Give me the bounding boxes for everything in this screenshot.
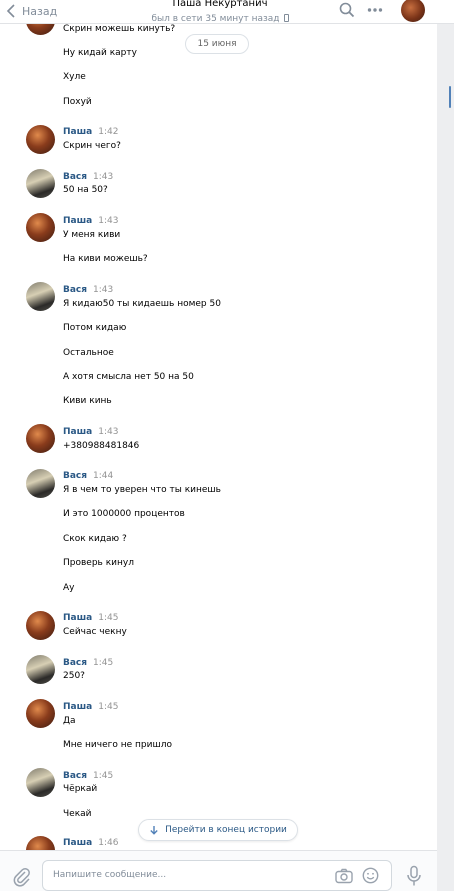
avatar[interactable] xyxy=(26,768,55,797)
message-time: 1:45 xyxy=(93,658,114,668)
author-name[interactable]: Вася xyxy=(63,172,87,182)
avatar[interactable] xyxy=(26,611,55,640)
peer-status: был в сети 35 минут назад xyxy=(151,14,280,24)
message-text: Скок кидаю ? xyxy=(63,534,127,544)
message-text: Я в чем то уверен что ты кинешь xyxy=(63,485,221,495)
scroll-to-end-button[interactable]: Перейти в конец истории xyxy=(138,819,298,841)
author-name[interactable]: Паша xyxy=(63,216,92,226)
message-meta: Вася 1:45 xyxy=(63,770,113,782)
message-text: Ну кидай карту xyxy=(63,48,137,58)
message-text: Мне ничего не пришло xyxy=(63,740,172,750)
avatar[interactable] xyxy=(26,169,55,198)
message-time: 1:43 xyxy=(93,285,114,295)
messenger-screen: Назад Паша Некуртанич был в сети 35 мину… xyxy=(0,0,454,891)
message-text: Чекай xyxy=(63,809,92,819)
message-text: Ау xyxy=(63,583,75,593)
date-divider: 15 июня xyxy=(185,34,249,54)
message-text: А хотя смысла нет 50 на 50 xyxy=(63,372,194,382)
chevron-left-icon xyxy=(6,4,15,18)
message-time: 1:46 xyxy=(98,838,119,848)
message-meta: Паша 1:45 xyxy=(63,701,118,713)
author-name[interactable]: Паша xyxy=(63,613,92,623)
peer-avatar[interactable] xyxy=(401,0,425,22)
paperclip-icon[interactable] xyxy=(13,867,31,887)
search-icon[interactable] xyxy=(338,1,356,19)
message-text: Скрин можешь кинуть? xyxy=(63,24,176,34)
mobile-device-icon xyxy=(283,14,289,22)
avatar[interactable] xyxy=(26,836,55,850)
message-text: Остальное xyxy=(63,348,114,358)
avatar[interactable] xyxy=(26,213,55,242)
avatar[interactable] xyxy=(26,424,55,453)
message-meta: Вася 1:45 xyxy=(63,657,113,669)
message-time: 1:43 xyxy=(93,172,114,182)
author-name[interactable]: Паша xyxy=(63,427,92,437)
message-history[interactable]: 15 июня Скрин можешь кинуть? Ну кидай ка… xyxy=(0,24,437,850)
author-name[interactable]: Вася xyxy=(63,471,87,481)
message-time: 1:45 xyxy=(98,702,119,712)
message-text: 250? xyxy=(63,671,85,681)
message-text: На киви можешь? xyxy=(63,254,148,264)
avatar[interactable] xyxy=(26,125,55,154)
message-time: 1:45 xyxy=(93,771,114,781)
avatar[interactable] xyxy=(26,655,55,684)
message-time: 1:45 xyxy=(98,613,119,623)
scrollbar-thumb[interactable] xyxy=(449,86,451,108)
microphone-icon[interactable] xyxy=(405,865,423,887)
message-meta: Паша 1:42 xyxy=(63,126,118,138)
emoji-icon[interactable] xyxy=(362,867,379,884)
peer-name: Паша Некуртанич xyxy=(172,0,268,9)
message-time: 1:42 xyxy=(98,127,119,137)
message-text: Я кидаю50 ты кидаешь номер 50 xyxy=(63,299,221,309)
more-icon[interactable] xyxy=(366,1,384,19)
author-name[interactable]: Паша xyxy=(63,127,92,137)
message-time: 1:43 xyxy=(98,216,119,226)
message-text: Чёркай xyxy=(63,784,98,794)
avatar[interactable] xyxy=(26,282,55,311)
author-name[interactable]: Паша xyxy=(63,702,92,712)
message-text: 50 на 50? xyxy=(63,185,108,195)
avatar[interactable] xyxy=(26,24,55,35)
message-time: 1:43 xyxy=(98,427,119,437)
message-text: Да xyxy=(63,716,76,726)
message-text: Скрин чего? xyxy=(63,141,121,151)
arrow-down-icon xyxy=(150,826,158,835)
back-button[interactable]: Назад xyxy=(6,2,57,20)
message-text: Киви кинь xyxy=(63,396,112,406)
back-label: Назад xyxy=(22,4,58,18)
avatar[interactable] xyxy=(26,699,55,728)
message-meta: Вася 1:44 xyxy=(63,470,113,482)
message-meta: Паша 1:43 xyxy=(63,215,118,227)
message-text: Проверь кинул xyxy=(63,558,134,568)
message-meta: Вася 1:43 xyxy=(63,284,113,296)
scrollbar-track[interactable] xyxy=(437,24,454,850)
message-meta: Паша 1:46 xyxy=(63,837,118,849)
message-time: 1:44 xyxy=(93,471,114,481)
author-name[interactable]: Вася xyxy=(63,658,87,668)
scroll-to-end-label: Перейти в конец истории xyxy=(165,825,287,835)
message-text: +380988481846 xyxy=(63,441,140,451)
avatar[interactable] xyxy=(26,469,55,498)
message-meta: Паша 1:43 xyxy=(63,426,118,438)
author-name[interactable]: Вася xyxy=(63,771,87,781)
message-text: И это 1000000 процентов xyxy=(63,509,185,519)
message-meta: Вася 1:43 xyxy=(63,171,113,183)
camera-icon[interactable] xyxy=(335,868,353,884)
author-name[interactable]: Вася xyxy=(63,285,87,295)
chat-header: Назад Паша Некуртанич был в сети 35 мину… xyxy=(0,0,454,24)
message-text: Похуй xyxy=(63,97,92,107)
message-text: У меня киви xyxy=(63,230,121,240)
message-text: Хуле xyxy=(63,72,86,82)
peer-info[interactable]: Паша Некуртанич был в сети 35 минут наза… xyxy=(140,0,300,25)
message-composer: Напишите сообщение... xyxy=(0,850,437,891)
author-name[interactable]: Паша xyxy=(63,838,92,848)
message-text: Потом кидаю xyxy=(63,323,127,333)
message-text: Сейчас чекну xyxy=(63,627,127,637)
message-meta: Паша 1:45 xyxy=(63,612,118,624)
